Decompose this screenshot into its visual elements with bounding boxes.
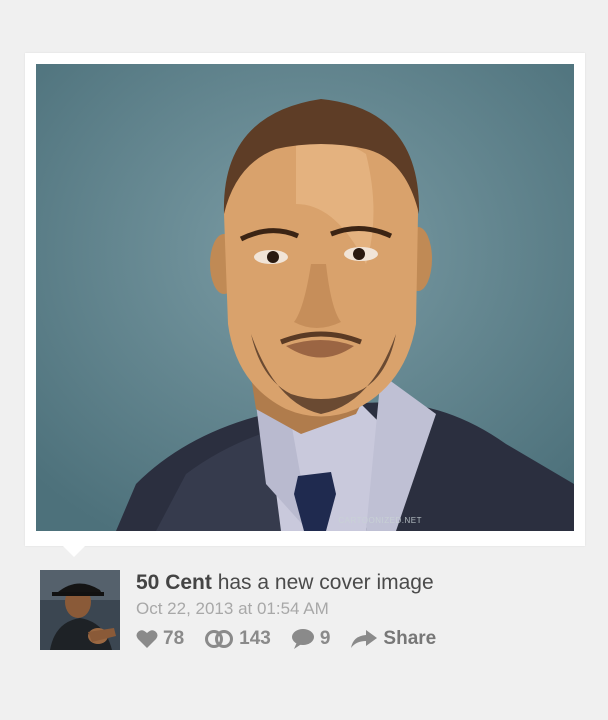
- reblog-button[interactable]: 143: [204, 628, 271, 650]
- reblog-rings-icon: [204, 629, 234, 649]
- post-action-text: has a new cover image: [211, 571, 434, 594]
- action-bar: 78 143 9 Share: [136, 626, 456, 652]
- post-timestamp[interactable]: Oct 22, 2013 at 01:54 AM: [136, 598, 456, 620]
- cover-image[interactable]: CARTOONIZED.NET: [36, 64, 574, 531]
- author-name[interactable]: 50 Cent: [136, 571, 212, 594]
- comment-count: 9: [319, 628, 331, 649]
- share-button[interactable]: Share: [350, 628, 436, 650]
- post-summary: 50 Cent has a new cover image Oct 22, 20…: [40, 570, 580, 652]
- like-button[interactable]: 78: [136, 628, 184, 650]
- avatar[interactable]: [40, 570, 120, 650]
- like-count: 78: [163, 628, 185, 649]
- speech-bubble-icon: [291, 628, 315, 650]
- avatar-image: [40, 570, 120, 650]
- share-label: Share: [383, 628, 437, 649]
- post-headline: 50 Cent has a new cover image: [136, 570, 456, 596]
- comment-button[interactable]: 9: [291, 628, 331, 650]
- share-arrow-icon: [350, 629, 378, 649]
- post-meta: 50 Cent has a new cover image Oct 22, 20…: [136, 570, 456, 652]
- cartoon-portrait: [36, 64, 574, 531]
- heart-icon: [136, 629, 158, 649]
- card-pointer: [62, 545, 86, 557]
- cover-card: CARTOONIZED.NET: [25, 53, 585, 546]
- reblog-count: 143: [239, 628, 271, 649]
- cover-watermark: CARTOONIZED.NET: [338, 516, 422, 525]
